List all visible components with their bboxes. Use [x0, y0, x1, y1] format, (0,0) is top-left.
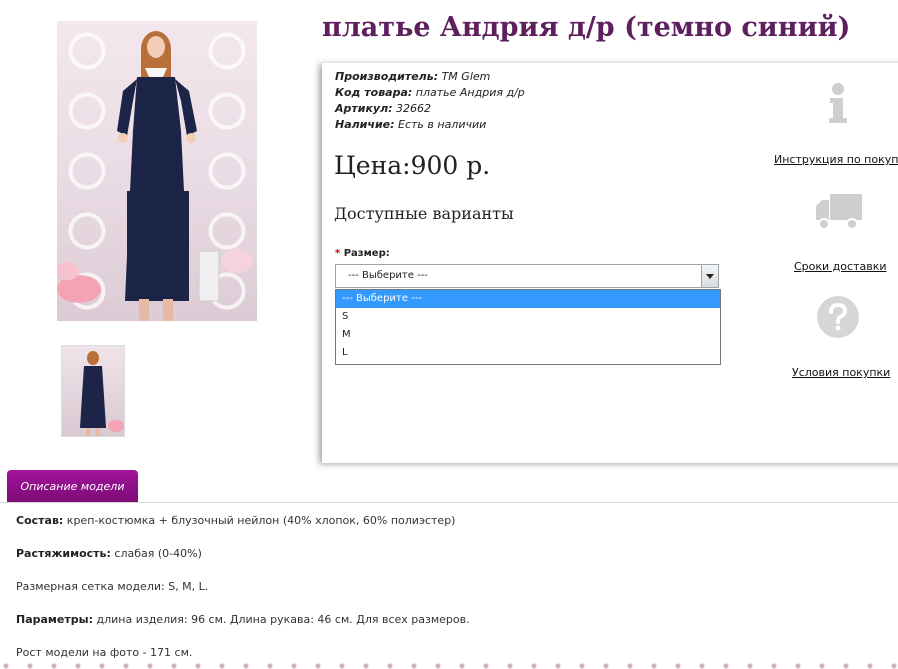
meta-availability: Наличие: Есть в наличии: [335, 118, 487, 131]
info-icon: [829, 83, 847, 123]
product-price: Цена:900 р.: [334, 151, 491, 180]
size-option-l[interactable]: L: [336, 344, 720, 362]
size-option-s[interactable]: S: [336, 308, 720, 326]
size-option-m[interactable]: M: [336, 326, 720, 344]
size-select[interactable]: --- Выберите ---: [335, 264, 719, 288]
delivery-link[interactable]: Сроки доставки: [794, 260, 887, 273]
size-option-placeholder[interactable]: --- Выберите ---: [336, 290, 720, 308]
terms-link[interactable]: Условия покупки: [792, 366, 890, 379]
truck-icon: [816, 194, 862, 230]
product-main-image[interactable]: [57, 21, 257, 321]
description-model-height: Рост модели на фото - 171 см.: [16, 646, 193, 659]
required-mark: *: [335, 248, 341, 259]
meta-product-code: Код товара: платье Андрия д/р: [335, 86, 525, 99]
meta-manufacturer: Производитель: TM Glem: [335, 70, 491, 83]
tab-divider: [0, 502, 898, 503]
tab-model-description[interactable]: Описание модели: [7, 470, 138, 503]
size-dropdown-list: --- Выберите --- S M L: [335, 289, 721, 365]
product-thumbnail[interactable]: [61, 345, 125, 437]
size-select-value: --- Выберите ---: [348, 270, 428, 281]
variants-heading: Доступные варианты: [334, 204, 514, 223]
question-icon: [817, 296, 859, 338]
size-label: * Размер:: [335, 248, 390, 259]
product-info-panel: Производитель: TM Glem Код товара: плать…: [322, 63, 898, 463]
model-figure: [57, 31, 253, 321]
description-stretch: Растяжимость: слабая (0-40%): [16, 547, 202, 560]
product-meta: Производитель: TM Glem Код товара: плать…: [335, 69, 525, 133]
product-title: платье Андрия д/р (темно синий): [322, 12, 851, 43]
instructions-link[interactable]: Инструкция по покупке: [774, 153, 898, 166]
thumbnail-figure: [80, 351, 124, 436]
description-parameters: Параметры: длина изделия: 96 см. Длина р…: [16, 613, 470, 626]
description-composition: Состав: креп-костюмка + блузочный нейлон…: [16, 514, 456, 527]
meta-article: Артикул: 32662: [335, 102, 432, 115]
description-size-grid: Размерная сетка модели: S, M, L.: [16, 580, 209, 593]
decorative-border: [0, 660, 898, 669]
chevron-down-icon[interactable]: [701, 265, 718, 287]
